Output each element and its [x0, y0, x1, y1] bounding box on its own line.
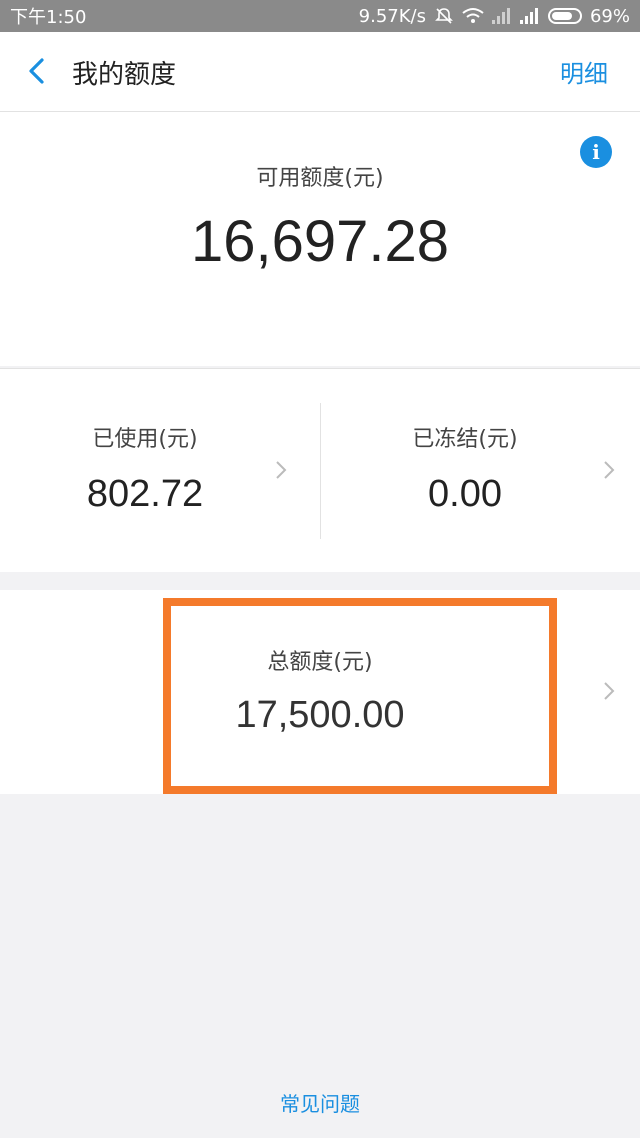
faq-link[interactable]: 常见问题 [0, 1088, 640, 1117]
used-credit-value: 802.72 [86, 473, 204, 515]
signal-icon-2 [519, 8, 540, 24]
frozen-credit-value: 0.00 [428, 473, 502, 515]
chevron-right-icon [604, 682, 615, 700]
used-frozen-section: 已使用(元) 802.72 已冻结(元) 0.00 [0, 368, 640, 572]
available-credit-section: i 可用额度(元) 16,697.28 [0, 112, 640, 366]
total-credit-value: 17,500.00 [235, 694, 405, 736]
used-credit-label: 已使用(元) [92, 427, 198, 452]
battery-icon [547, 8, 582, 24]
total-credit-item[interactable]: 总额度(元) 17,500.00 [0, 590, 640, 794]
used-credit-item[interactable]: 已使用(元) 802.72 [0, 369, 320, 573]
wifi-icon [462, 8, 484, 23]
nav-bar: 我的额度 明细 [0, 32, 640, 112]
available-credit-label: 可用额度(元) [256, 166, 384, 191]
chevron-right-icon [276, 461, 287, 479]
frozen-credit-label: 已冻结(元) [412, 427, 518, 452]
chevron-left-icon[interactable] [22, 56, 52, 86]
status-right: 9.57K/s 69% [359, 6, 630, 27]
available-credit-value: 16,697.28 [190, 209, 450, 274]
chevron-right-icon [604, 461, 615, 479]
page-title: 我的额度 [72, 60, 177, 90]
network-speed: 9.57K/s [358, 5, 426, 27]
signal-icon-1 [491, 8, 512, 24]
total-credit-label: 总额度(元) [267, 650, 373, 675]
battery-level: 69% [589, 5, 630, 27]
status-time: 下午1:50 [10, 7, 87, 28]
status-bar: 下午1:50 9.57K/s 69% [0, 0, 640, 32]
detail-link[interactable]: 明细 [560, 54, 608, 89]
mute-icon [435, 8, 453, 24]
frozen-credit-item[interactable]: 已冻结(元) 0.00 [320, 369, 640, 573]
